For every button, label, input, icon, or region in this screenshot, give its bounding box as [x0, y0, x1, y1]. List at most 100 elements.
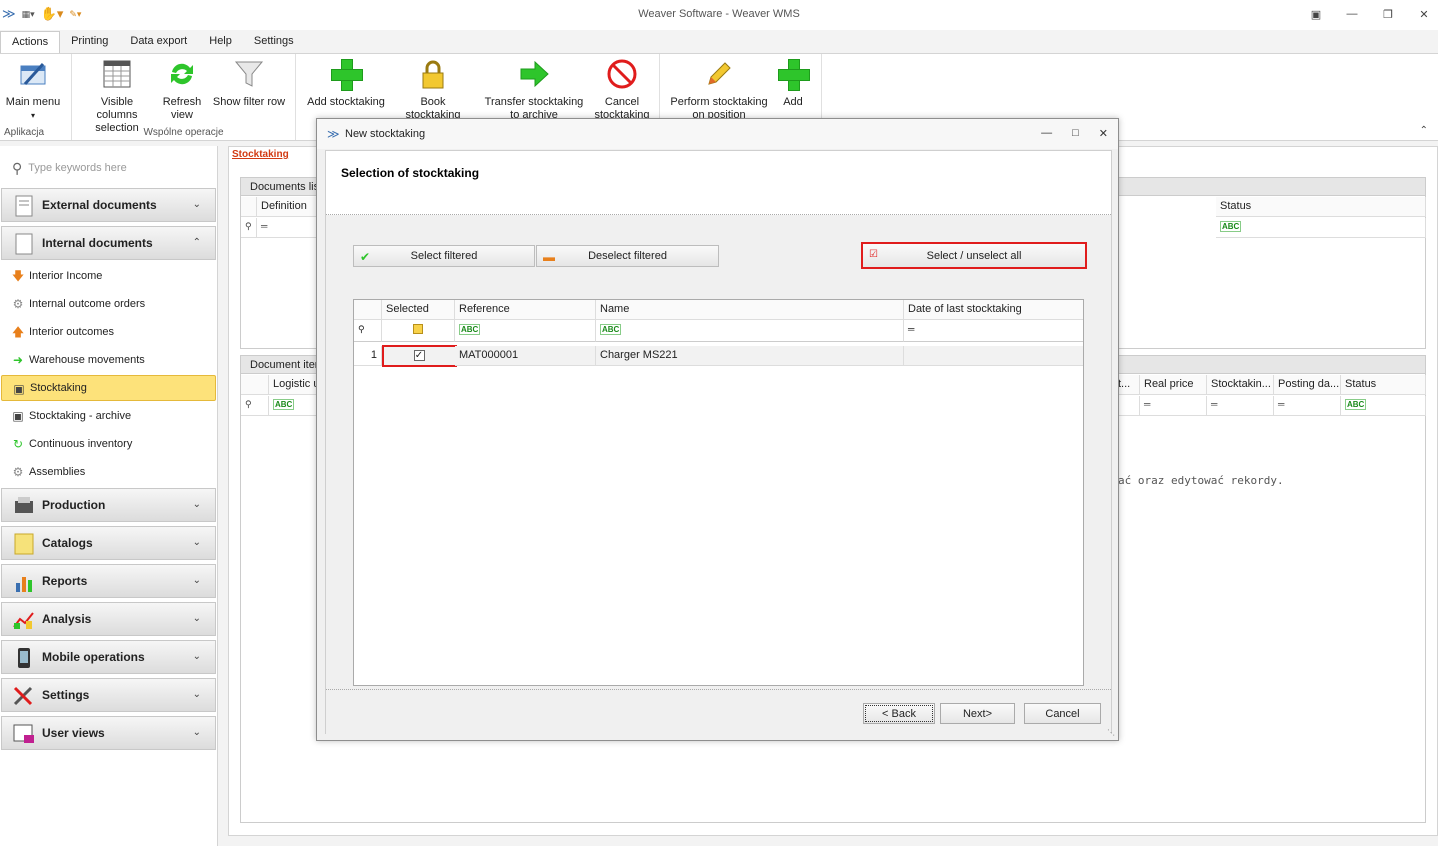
nav-external-documents[interactable]: External documents ⌄ [1, 188, 216, 222]
ribbon-group-aplikacja: Main menu ▾ Aplikacja [0, 54, 72, 140]
tab-actions[interactable]: Actions [0, 31, 61, 53]
nav-item-interior-income[interactable]: 🡇 Interior Income [1, 263, 216, 289]
nav-item-interior-outcomes[interactable]: 🡅 Interior outcomes [1, 319, 216, 345]
col-name[interactable]: Name [596, 300, 904, 320]
wizard-body: ✔ Select filtered ▬ Deselect filtered ☑ … [326, 215, 1111, 690]
nav-analysis[interactable]: Analysis ⌄ [1, 602, 216, 636]
left-navigation: ⚲ Type keywords here External documents … [0, 146, 218, 846]
arrow-up-icon: 🡅 [11, 325, 25, 339]
row-date[interactable] [904, 346, 1083, 366]
main-menu-icon [17, 58, 49, 90]
filter-equals-icon[interactable]: ═ [1274, 396, 1341, 416]
col-date-last-stocktaking[interactable]: Date of last stocktaking [904, 300, 1083, 320]
filter-text-icon[interactable]: ABC [455, 320, 596, 342]
filter-pin-icon: ⚲ [354, 320, 382, 342]
chevron-down-icon: ⌄ [192, 499, 201, 510]
filter-equals-icon[interactable]: ═ [904, 320, 1083, 342]
chevron-down-icon: ⌄ [192, 575, 201, 586]
filter-pin-icon: ⚲ [241, 396, 269, 416]
tab-help[interactable]: Help [198, 31, 243, 53]
nav-item-internal-outcome-orders[interactable]: ⚙ Internal outcome orders [1, 291, 216, 317]
deselect-filtered-button[interactable]: ▬ Deselect filtered [536, 245, 719, 267]
filter-text-icon[interactable]: ABC [596, 320, 904, 342]
nav-catalogs[interactable]: Catalogs ⌄ [1, 526, 216, 560]
checkbox-checked-icon: ✓ [413, 350, 425, 361]
maximize-icon[interactable]: □ [1072, 127, 1079, 140]
show-filter-row-button[interactable]: Show filter row [210, 58, 288, 109]
nav-settings[interactable]: Settings ⌄ [1, 678, 216, 712]
row-name[interactable]: Charger MS221 [596, 346, 904, 366]
transfer-to-archive-button[interactable]: Transfer stocktaking to archive [482, 58, 586, 122]
arrow-right-icon [518, 58, 550, 90]
note-icon [12, 533, 36, 555]
main-menu-button[interactable]: Main menu ▾ [4, 58, 62, 122]
checkmark-icon: ✔ [360, 250, 371, 264]
dialog-title: New stocktaking [345, 128, 426, 140]
breadcrumb[interactable]: Stocktaking [232, 149, 289, 160]
fullscreen-icon[interactable]: ▣ [1308, 6, 1324, 22]
title-bar: ≫ ▦▾ ✋▾ ✎▾ Weaver Software - Weaver WMS … [0, 0, 1438, 30]
restore-icon[interactable]: ❐ [1380, 6, 1396, 22]
col-posting-date[interactable]: Posting da... [1274, 375, 1341, 395]
ribbon-tabs: Actions Printing Data export Help Settin… [0, 31, 1438, 53]
col-selected[interactable]: Selected [382, 300, 455, 320]
resize-grip-icon[interactable]: ⋱ [1107, 728, 1115, 737]
nav-item-stocktaking[interactable]: ▣ Stocktaking [1, 375, 216, 401]
tab-settings[interactable]: Settings [243, 31, 305, 53]
refresh-icon: ↻ [12, 437, 24, 451]
arrow-right-icon: ➜ [12, 353, 24, 367]
nav-search[interactable]: ⚲ Type keywords here [0, 154, 218, 182]
filter-text-icon[interactable]: ABC [1341, 396, 1426, 416]
nav-item-warehouse-movements[interactable]: ➜ Warehouse movements [1, 347, 216, 373]
col-real-price[interactable]: Real price [1140, 375, 1207, 395]
ribbon-group-wspolne-operacje: Visible columns selection Refresh view S… [72, 54, 296, 140]
analysis-icon [12, 609, 36, 631]
nav-item-assemblies[interactable]: ⚙ Assemblies [1, 459, 216, 485]
row-selected-checkbox[interactable]: ✓ [382, 345, 457, 367]
empty-grid-message: ać oraz edytować rekordy. [1118, 474, 1284, 487]
nav-production[interactable]: Production ⌄ [1, 488, 216, 522]
filter-text-icon[interactable]: ABC [1216, 218, 1426, 238]
search-icon: ⚲ [12, 159, 23, 176]
nav-item-stocktaking-archive[interactable]: ▣ Stocktaking - archive [1, 403, 216, 429]
chevron-down-icon: ⌄ [192, 651, 201, 662]
nav-internal-documents[interactable]: Internal documents ⌃ [1, 226, 216, 260]
visible-columns-button[interactable]: Visible columns selection [80, 58, 154, 135]
filter-checkbox[interactable] [382, 320, 455, 342]
back-button[interactable]: < Back [863, 703, 935, 724]
nav-item-continuous-inventory[interactable]: ↻ Continuous inventory [1, 431, 216, 457]
select-filtered-button[interactable]: ✔ Select filtered [353, 245, 535, 267]
filter-equals-icon[interactable]: ═ [1140, 396, 1207, 416]
col-stocktaking[interactable]: Stocktakin... [1207, 375, 1274, 395]
row-reference[interactable]: MAT000001 [455, 346, 596, 366]
checklist-icon: ☑ [869, 249, 878, 260]
col-status[interactable]: Status [1216, 197, 1426, 217]
nav-mobile-operations[interactable]: Mobile operations ⌄ [1, 640, 216, 674]
close-icon[interactable]: ✕ [1416, 6, 1432, 22]
add-stocktaking-button[interactable]: Add stocktaking [306, 58, 386, 109]
add-icon [777, 58, 810, 91]
nav-reports[interactable]: Reports ⌄ [1, 564, 216, 598]
next-button[interactable]: Next> [940, 703, 1015, 724]
close-icon[interactable]: ✕ [1099, 127, 1108, 140]
minimize-icon[interactable]: — [1344, 6, 1360, 22]
select-unselect-all-button[interactable]: ☑ Select / unselect all [861, 242, 1087, 269]
collapse-ribbon-icon[interactable]: ⌃ [1420, 125, 1428, 136]
filter-equals-icon[interactable]: ═ [1207, 396, 1274, 416]
bar-chart-icon [12, 571, 36, 593]
cancel-stocktaking-button[interactable]: Cancel stocktaking [590, 58, 654, 122]
nav-user-views[interactable]: User views ⌄ [1, 716, 216, 750]
tab-data-export[interactable]: Data export [119, 31, 198, 53]
printer-icon: ▣ [12, 409, 24, 423]
user-views-icon [12, 723, 36, 745]
minimize-icon[interactable]: — [1041, 127, 1052, 140]
add-position-button[interactable]: Add [774, 58, 812, 109]
search-placeholder: Type keywords here [28, 162, 127, 174]
refresh-view-button[interactable]: Refresh view [158, 58, 206, 122]
book-stocktaking-button[interactable]: Book stocktaking [392, 58, 474, 122]
perform-stocktaking-button[interactable]: Perform stocktaking on position [668, 58, 770, 122]
tab-printing[interactable]: Printing [60, 31, 119, 53]
cancel-button[interactable]: Cancel [1024, 703, 1101, 724]
col-reference[interactable]: Reference [455, 300, 596, 320]
col-status[interactable]: Status [1341, 375, 1426, 395]
